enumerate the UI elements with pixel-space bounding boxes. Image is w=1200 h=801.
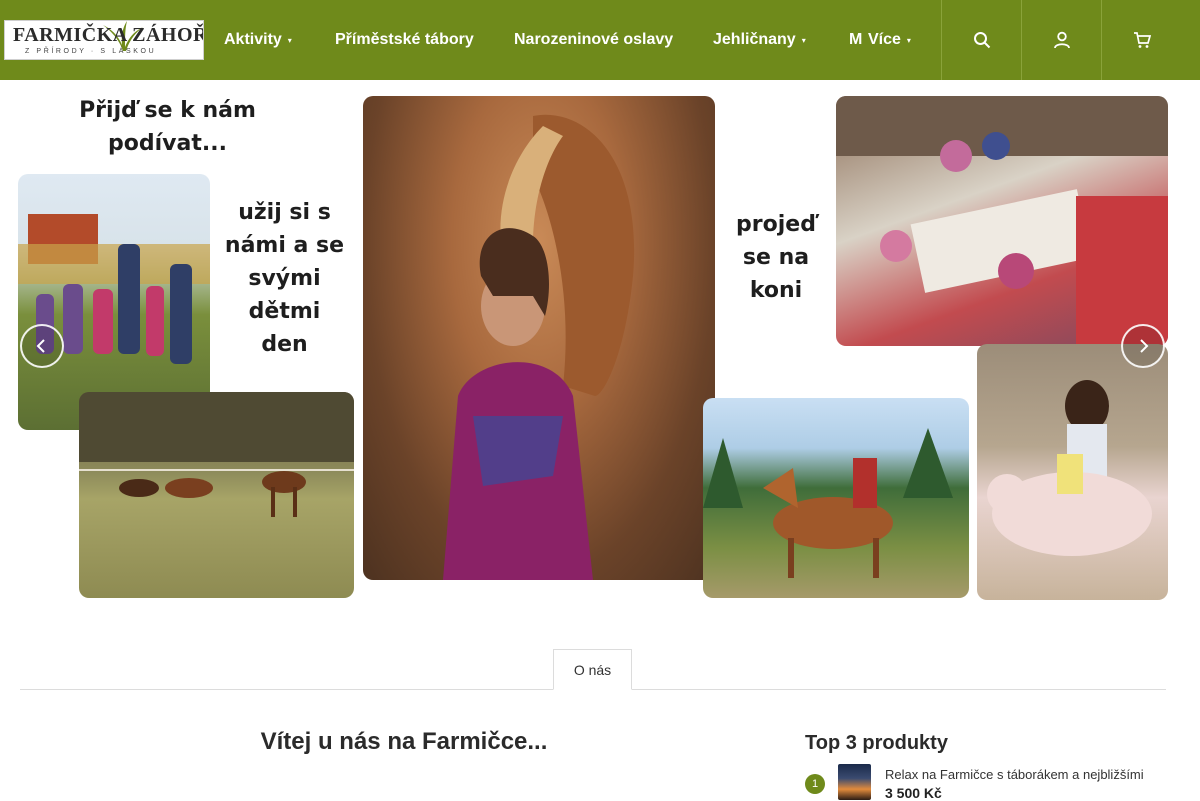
nav-item-label: Příměstské tábory: [335, 31, 474, 48]
banner-text-ride: projeď se na koni: [736, 212, 816, 303]
product-price: 3 500 Kč: [885, 785, 942, 801]
chevron-right-icon: [1140, 339, 1149, 353]
nav-item-label: Jehličnany: [713, 31, 796, 48]
slider-prev-button[interactable]: [20, 324, 64, 368]
rank-badge: 1: [805, 774, 825, 794]
chevron-left-icon: [36, 339, 45, 353]
welcome-heading: Vítej u nás na Farmičce...: [260, 728, 548, 755]
cart-icon: [1133, 32, 1151, 48]
logo-tagline: Z PŘÍRODY · S LÁSKOU: [25, 48, 157, 55]
hero-slider: Přijď se k nám podívat... užij si s námi…: [0, 80, 1200, 620]
logo-text: FARMIČKA ZÁHOŘÍ: [13, 24, 204, 46]
nav-item-truncated[interactable]: M: [849, 31, 862, 49]
tab-label: O nás: [573, 661, 612, 678]
nav-item-primestske-tabory[interactable]: Příměstské tábory: [335, 31, 474, 49]
nav-item-label: Více: [868, 31, 901, 48]
banner-text-day: užij si s námi a se svými dětmi den: [224, 200, 345, 357]
product-thumbnail[interactable]: [838, 764, 871, 800]
site-logo[interactable]: FARMIČKA ZÁHOŘÍ Z PŘÍRODY · S LÁSKOU: [4, 20, 204, 60]
nav-item-label: M: [849, 31, 863, 48]
tab-o-nas[interactable]: O nás: [553, 649, 632, 690]
user-icon: [1053, 31, 1070, 49]
search-button[interactable]: [941, 0, 1021, 80]
nav-item-aktivity[interactable]: Aktivity ▾: [224, 31, 292, 49]
photo-children-drawing: [836, 96, 1168, 346]
site-header: FARMIČKA ZÁHOŘÍ Z PŘÍRODY · S LÁSKOU Akt…: [0, 0, 1200, 80]
account-button[interactable]: [1021, 0, 1101, 80]
chevron-down-icon: ▾: [287, 36, 292, 45]
search-icon: [973, 32, 990, 49]
slider-next-button[interactable]: [1121, 324, 1165, 368]
photo-girl-riding-horse: [703, 398, 969, 598]
page-scrollbar[interactable]: [1186, 80, 1200, 800]
cart-button[interactable]: [1101, 0, 1181, 80]
chevron-down-icon: ▾: [801, 36, 806, 45]
top-products-title: Top 3 produkty: [805, 732, 948, 754]
banner-text-invite: Přijď se k nám podívat...: [79, 98, 256, 156]
chevron-down-icon: ▾: [906, 36, 911, 45]
nav-item-label: Aktivity: [224, 31, 282, 48]
nav-item-narozeninove-oslavy[interactable]: Narozeninové oslavy: [514, 31, 673, 49]
photo-children-with-pig: [977, 344, 1168, 600]
product-name-link[interactable]: Relax na Farmičce s táborákem a nejbližš…: [885, 767, 1144, 782]
nav-item-vice[interactable]: Více ▾: [868, 31, 911, 49]
photo-horses-in-paddock: [79, 392, 354, 598]
photo-woman-with-horse: [363, 96, 715, 580]
nav-item-jehlicnany[interactable]: Jehličnany ▾: [713, 31, 806, 49]
nav-item-label: Narozeninové oslavy: [514, 31, 674, 48]
